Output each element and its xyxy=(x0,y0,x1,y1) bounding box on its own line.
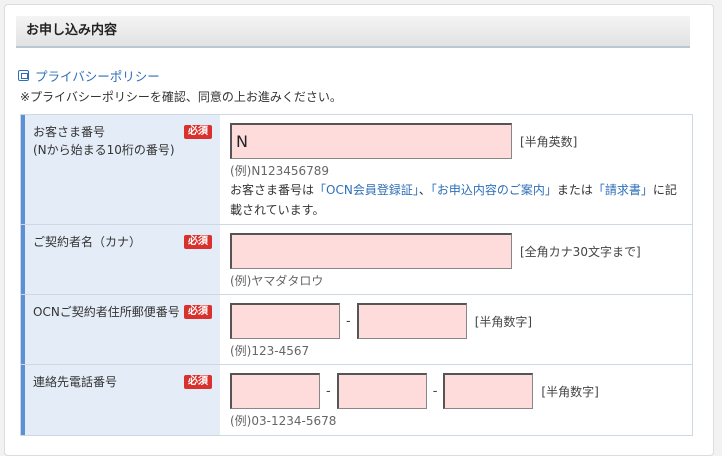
customer-number-sublabel: (Nから始まる10桁の番号) xyxy=(33,143,175,157)
application-form-table: お客さま番号 (Nから始まる10桁の番号) 必須 [半角英数] (例)N1234… xyxy=(20,114,693,436)
desc-separator: 、 xyxy=(418,183,431,197)
required-badge: 必須 xyxy=(184,375,212,389)
customer-number-description: お客さま番号は「OCN会員登録証」、「お申込内容のご案内」または「請求書」に記載… xyxy=(230,180,682,220)
customer-number-input[interactable] xyxy=(230,123,512,159)
label-cell-postal-code: OCNご契約者住所郵便番号 必須 xyxy=(21,295,220,364)
label-cell-phone-number: 連絡先電話番号 必須 xyxy=(21,365,220,435)
phone-example: (例)03-1234-5678 xyxy=(230,414,337,428)
row-phone-number: 連絡先電話番号 必須 - - [半角数字] (例)03-1234-5678 xyxy=(21,365,692,435)
required-badge: 必須 xyxy=(184,125,212,139)
phone-first-input[interactable] xyxy=(230,373,320,409)
contractor-name-input[interactable] xyxy=(230,233,512,269)
required-badge: 必須 xyxy=(184,305,212,319)
input-cell-postal-code: - [半角数字] (例)123-4567 xyxy=(220,295,692,364)
postal-code-example: (例)123-4567 xyxy=(230,344,310,358)
required-badge: 必須 xyxy=(184,235,212,249)
privacy-link-row: プライバシーポリシー xyxy=(18,66,160,84)
row-customer-number: お客さま番号 (Nから始まる10桁の番号) 必須 [半角英数] (例)N1234… xyxy=(21,115,692,225)
phone-dash: - xyxy=(432,383,438,399)
postal-code-hint: [半角数字] xyxy=(474,314,533,329)
input-cell-phone-number: - - [半角数字] (例)03-1234-5678 xyxy=(220,365,692,435)
postal-code-dash: - xyxy=(346,313,351,329)
phone-second-input[interactable] xyxy=(336,373,427,409)
phone-dash: - xyxy=(326,383,331,399)
postal-code-second-input[interactable] xyxy=(356,303,467,339)
customer-number-hint: [半角英数] xyxy=(520,134,578,149)
customer-number-example: (例)N123456789 xyxy=(230,164,330,178)
phone-third-input[interactable] xyxy=(443,373,534,409)
section-title: お申し込み内容 xyxy=(16,16,690,48)
phone-hint: [半角数字] xyxy=(541,384,599,399)
contractor-name-hint: [全角カナ30文字まで] xyxy=(520,244,641,259)
application-guide-link[interactable]: 「お申込内容のご案内」 xyxy=(431,183,557,197)
privacy-policy-link[interactable]: プライバシーポリシー xyxy=(35,66,160,85)
ocn-registration-link[interactable]: 「OCN会員登録証」 xyxy=(314,183,419,197)
row-postal-code: OCNご契約者住所郵便番号 必須 - [半角数字] (例)123-4567 xyxy=(21,295,692,365)
privacy-notice: ※プライバシーポリシーを確認、同意の上お進みください。 xyxy=(20,90,342,104)
postal-code-first-input[interactable] xyxy=(230,303,340,339)
label-cell-contractor-name: ご契約者名（カナ） 必須 xyxy=(21,225,220,294)
label-cell-customer-number: お客さま番号 (Nから始まる10桁の番号) 必須 xyxy=(21,115,220,224)
input-cell-customer-number: [半角英数] (例)N123456789 お客さま番号は「OCN会員登録証」、「… xyxy=(220,115,692,224)
desc-text: お客さま番号は xyxy=(230,183,315,197)
contractor-name-example: (例)ヤマダタロウ xyxy=(230,274,324,288)
input-cell-contractor-name: [全角カナ30文字まで] (例)ヤマダタロウ xyxy=(220,225,692,294)
desc-separator: または xyxy=(556,183,593,197)
external-window-icon xyxy=(18,69,29,81)
row-contractor-name: ご契約者名（カナ） 必須 [全角カナ30文字まで] (例)ヤマダタロウ xyxy=(21,225,692,295)
invoice-link[interactable]: 「請求書」 xyxy=(593,183,653,197)
